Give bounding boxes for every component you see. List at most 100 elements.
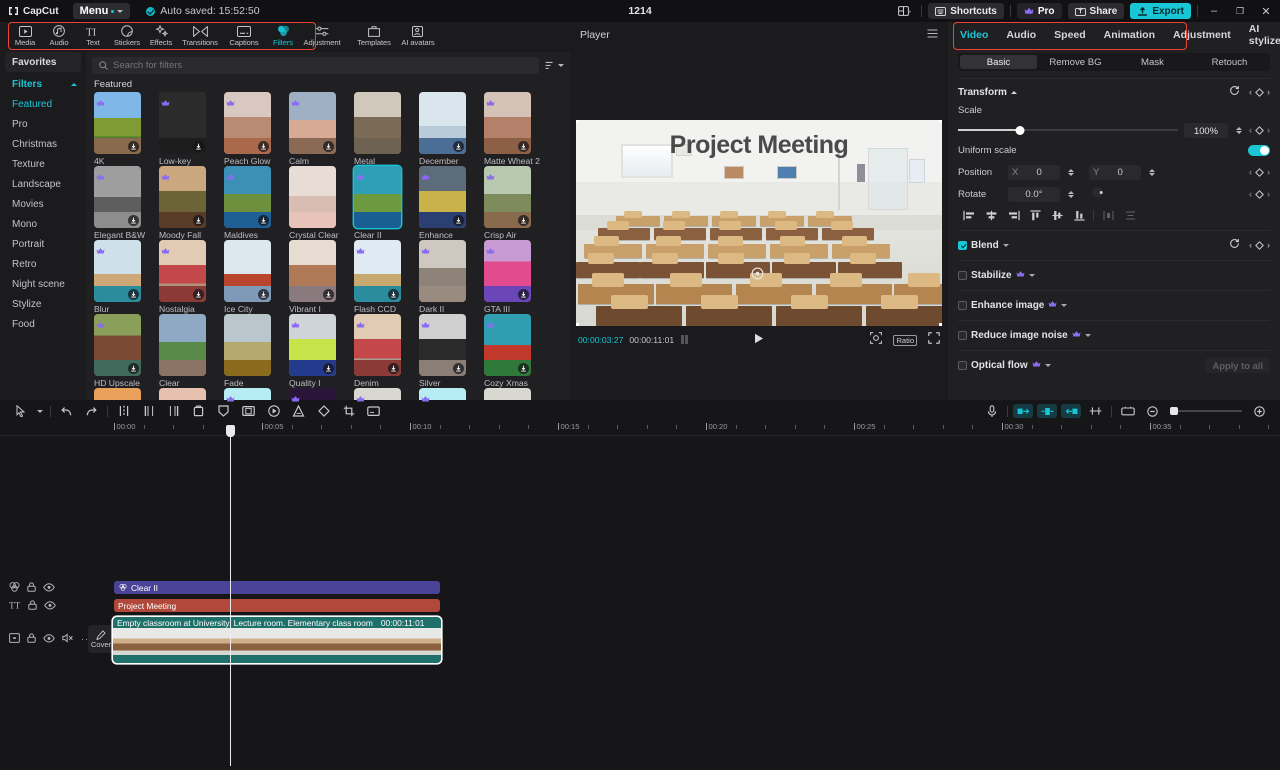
rail-section-filters[interactable]: Filters <box>0 74 86 94</box>
filter-thumbnail[interactable] <box>289 240 336 302</box>
download-icon[interactable] <box>323 363 334 374</box>
tab-adjustment[interactable]: Adjustment <box>1173 29 1231 41</box>
download-icon[interactable] <box>453 215 464 226</box>
anchor-point-icon[interactable] <box>751 267 764 285</box>
redo-button[interactable] <box>79 401 104 421</box>
lock-icon[interactable] <box>28 597 37 615</box>
zoom-fit-icon[interactable] <box>870 331 882 349</box>
grid-view-icon[interactable] <box>681 331 693 349</box>
rail-item-favorites[interactable]: Favorites <box>5 52 81 72</box>
filter-card[interactable]: December <box>419 92 483 166</box>
mask-button[interactable] <box>211 401 236 421</box>
scale-value-field[interactable]: 100% <box>1184 123 1228 138</box>
filter-card[interactable]: Dark II <box>419 240 483 314</box>
filter-card[interactable]: Moody Fall <box>159 166 223 240</box>
record-button[interactable] <box>979 401 1004 421</box>
download-icon[interactable] <box>518 141 529 152</box>
apply-to-all-button[interactable]: Apply to all <box>1205 358 1270 373</box>
rotate-dial-icon[interactable] <box>1091 186 1104 202</box>
rail-item-christmas[interactable]: Christmas <box>0 134 86 154</box>
zoom-in-button[interactable] <box>1247 401 1272 421</box>
toolbar-item-effects[interactable]: Effects <box>144 23 178 49</box>
filter-thumbnail[interactable] <box>484 240 531 302</box>
download-icon[interactable] <box>323 141 334 152</box>
rail-item-mono[interactable]: Mono <box>0 214 86 234</box>
minimize-button[interactable]: – <box>1204 3 1224 19</box>
download-icon[interactable] <box>453 141 464 152</box>
tab-ai-stylize[interactable]: AI stylize <box>1249 23 1280 47</box>
close-button[interactable]: ✕ <box>1256 3 1276 19</box>
filter-card[interactable]: GTA III <box>484 240 548 314</box>
menu-button[interactable]: Menu <box>73 3 131 19</box>
segment-mask[interactable]: Mask <box>1114 55 1191 69</box>
filter-card[interactable]: Crystal Clear <box>289 166 353 240</box>
rail-item-pro[interactable]: Pro <box>0 114 86 134</box>
filter-thumbnail[interactable] <box>94 314 141 376</box>
zoom-slider-knob[interactable] <box>1170 407 1178 415</box>
filter-thumbnail[interactable] <box>289 166 336 228</box>
filter-card[interactable]: Fade <box>224 314 288 388</box>
download-icon[interactable] <box>128 289 139 300</box>
tab-video[interactable]: Video <box>960 29 988 41</box>
center-button[interactable] <box>1037 404 1057 418</box>
filter-card[interactable]: Ice City <box>224 240 288 314</box>
trim-right-button[interactable] <box>161 401 186 421</box>
download-icon[interactable] <box>323 289 334 300</box>
enhance-image-checkbox[interactable] <box>958 301 967 310</box>
filter-card[interactable]: Metal <box>354 92 418 166</box>
toolbar-item-ai-avatars[interactable]: AI avatars <box>396 23 440 49</box>
freeze-button[interactable] <box>286 401 311 421</box>
timeline-clip-text[interactable]: Project Meeting <box>114 599 440 612</box>
filter-thumbnail[interactable] <box>289 314 336 376</box>
resize-handle-br[interactable] <box>939 323 942 326</box>
shortcuts-button[interactable]: Shortcuts <box>928 3 1004 19</box>
filter-thumbnail[interactable] <box>94 166 141 228</box>
filter-card[interactable]: Silver <box>419 314 483 388</box>
rail-item-movies[interactable]: Movies <box>0 194 86 214</box>
filter-thumbnail[interactable] <box>159 240 206 302</box>
chevron-down-icon[interactable] <box>1045 364 1051 367</box>
blend-keyframe-nav[interactable]: ‹ › <box>1249 240 1270 250</box>
select-tool-caret[interactable] <box>33 401 47 421</box>
download-icon[interactable] <box>453 363 464 374</box>
eye-icon[interactable] <box>43 630 55 648</box>
filter-card[interactable]: Elegant B&W <box>94 166 158 240</box>
filter-card[interactable]: Calm <box>289 92 353 166</box>
reduce-noise-checkbox[interactable] <box>958 331 967 340</box>
filter-thumbnail[interactable] <box>419 240 466 302</box>
share-button[interactable]: Share <box>1068 3 1125 19</box>
trim-left-button[interactable] <box>136 401 161 421</box>
download-icon[interactable] <box>388 289 399 300</box>
mute-icon[interactable] <box>62 630 74 648</box>
filter-card[interactable]: Clear II <box>354 166 418 240</box>
uniform-scale-toggle[interactable] <box>1248 145 1270 156</box>
pro-button[interactable]: Pro <box>1017 3 1062 19</box>
scale-stepper[interactable] <box>1234 127 1243 134</box>
mirror-button[interactable] <box>236 401 261 421</box>
toolbar-item-media[interactable]: Media <box>8 23 42 49</box>
rail-item-texture[interactable]: Texture <box>0 154 86 174</box>
filter-thumbnail[interactable] <box>289 92 336 154</box>
rail-item-landscape[interactable]: Landscape <box>0 174 86 194</box>
filter-card[interactable]: Matte Wheat 2 <box>484 92 548 166</box>
download-icon[interactable] <box>193 215 204 226</box>
slider-knob[interactable] <box>1015 126 1024 135</box>
cover-button[interactable]: Cover <box>88 625 114 653</box>
filter-card[interactable]: Blur <box>94 240 158 314</box>
download-icon[interactable] <box>258 141 269 152</box>
filter-thumbnail[interactable] <box>354 92 401 154</box>
tab-speed[interactable]: Speed <box>1054 29 1086 41</box>
filter-thumbnail[interactable] <box>419 166 466 228</box>
position-keyframe-nav[interactable]: ‹ › <box>1249 167 1270 177</box>
filter-card[interactable]: Crisp Air <box>484 166 548 240</box>
chevron-up-icon[interactable] <box>1011 91 1017 94</box>
filter-thumbnail[interactable] <box>484 92 531 154</box>
filter-thumbnail[interactable] <box>419 314 466 376</box>
ratio-button[interactable]: Ratio <box>893 335 917 346</box>
filter-thumbnail[interactable] <box>484 166 531 228</box>
segment-basic[interactable]: Basic <box>960 55 1037 69</box>
rail-item-portrait[interactable]: Portrait <box>0 234 86 254</box>
undo-button[interactable] <box>54 401 79 421</box>
filter-thumbnail[interactable] <box>224 92 271 154</box>
tab-animation[interactable]: Animation <box>1104 29 1155 41</box>
